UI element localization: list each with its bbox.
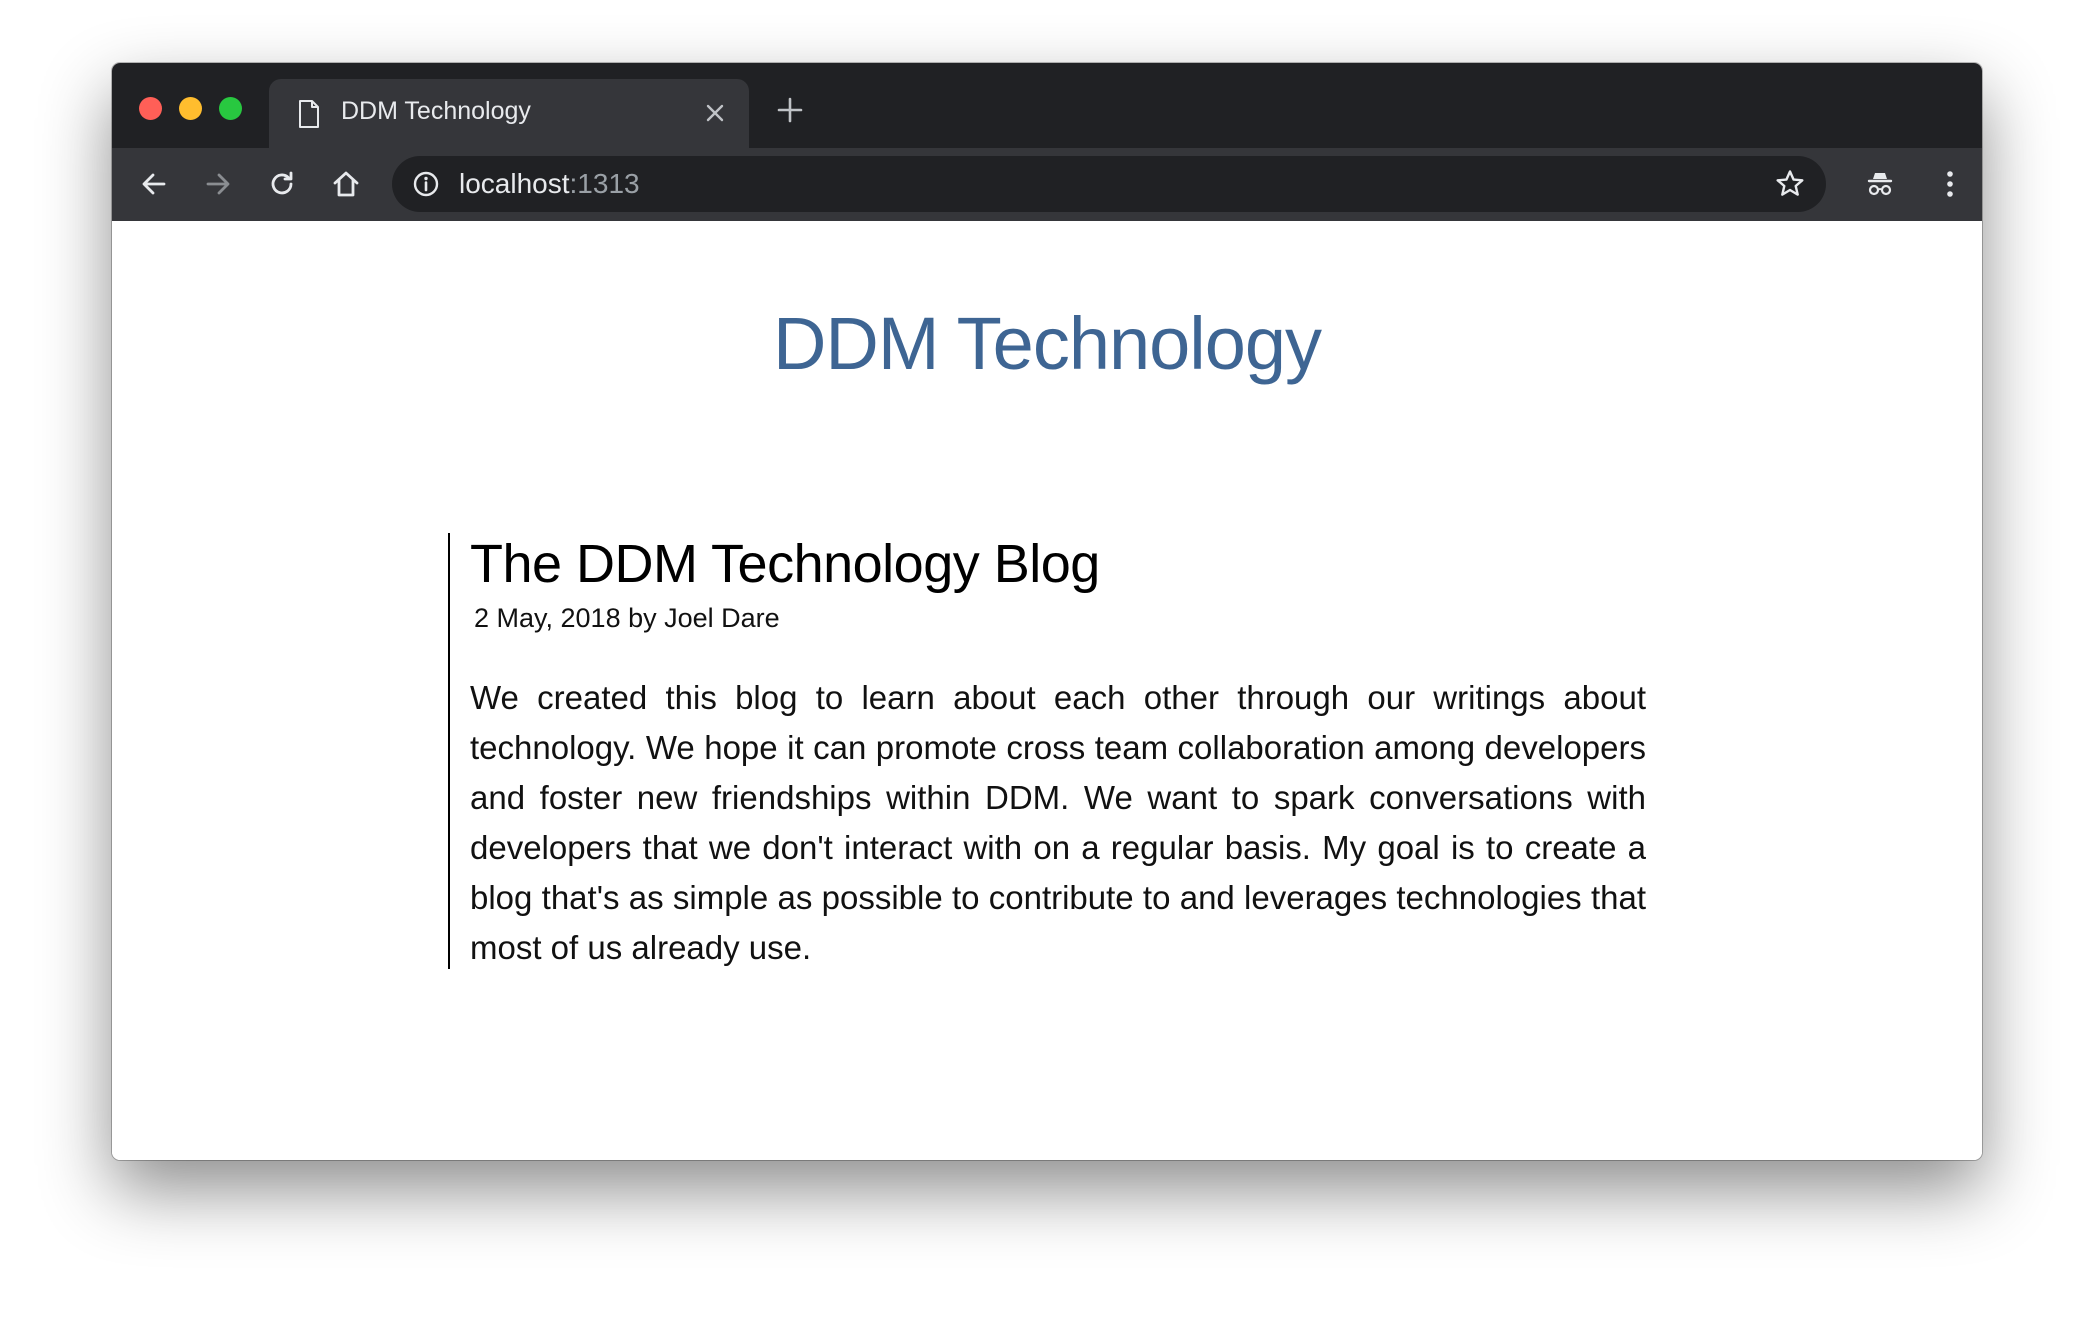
minimize-window-button[interactable]	[179, 97, 202, 120]
post-meta: 2 May, 2018 by Joel Dare	[474, 603, 780, 633]
star-icon[interactable]	[1774, 168, 1806, 200]
arrow-left-icon[interactable]	[138, 168, 170, 200]
browser-toolbar: localhost:1313	[112, 148, 1982, 221]
page-viewport: DDM Technology The DDM Technology Blog 2…	[112, 221, 1982, 1160]
blog-post: The DDM Technology Blog 2 May, 2018 by J…	[448, 533, 1650, 969]
document-icon	[299, 100, 319, 128]
url-text[interactable]: localhost:1313	[459, 168, 640, 200]
home-icon[interactable]	[330, 168, 362, 200]
close-tab-icon[interactable]	[703, 101, 727, 125]
post-body: We created this blog to learn about each…	[470, 679, 1646, 966]
url-port: :1313	[569, 168, 640, 199]
incognito-icon[interactable]	[1864, 168, 1896, 200]
close-window-button[interactable]	[139, 97, 162, 120]
tab-strip: DDM Technology	[112, 63, 1982, 148]
reload-icon[interactable]	[266, 168, 298, 200]
site-title[interactable]: DDM Technology	[112, 301, 1982, 386]
tab-title: DDM Technology	[341, 97, 531, 125]
info-icon[interactable]	[412, 170, 440, 198]
browser-tab[interactable]: DDM Technology	[269, 79, 749, 148]
arrow-right-icon[interactable]	[202, 168, 234, 200]
browser-window: DDM Technology localhost:1313 DDM Techno…	[112, 63, 1982, 1160]
kebab-menu-icon[interactable]	[1934, 168, 1966, 200]
url-host: localhost	[459, 168, 570, 199]
address-bar[interactable]: localhost:1313	[392, 156, 1826, 212]
new-tab-icon[interactable]	[776, 96, 804, 124]
post-title[interactable]: The DDM Technology Blog	[470, 533, 1100, 595]
maximize-window-button[interactable]	[219, 97, 242, 120]
